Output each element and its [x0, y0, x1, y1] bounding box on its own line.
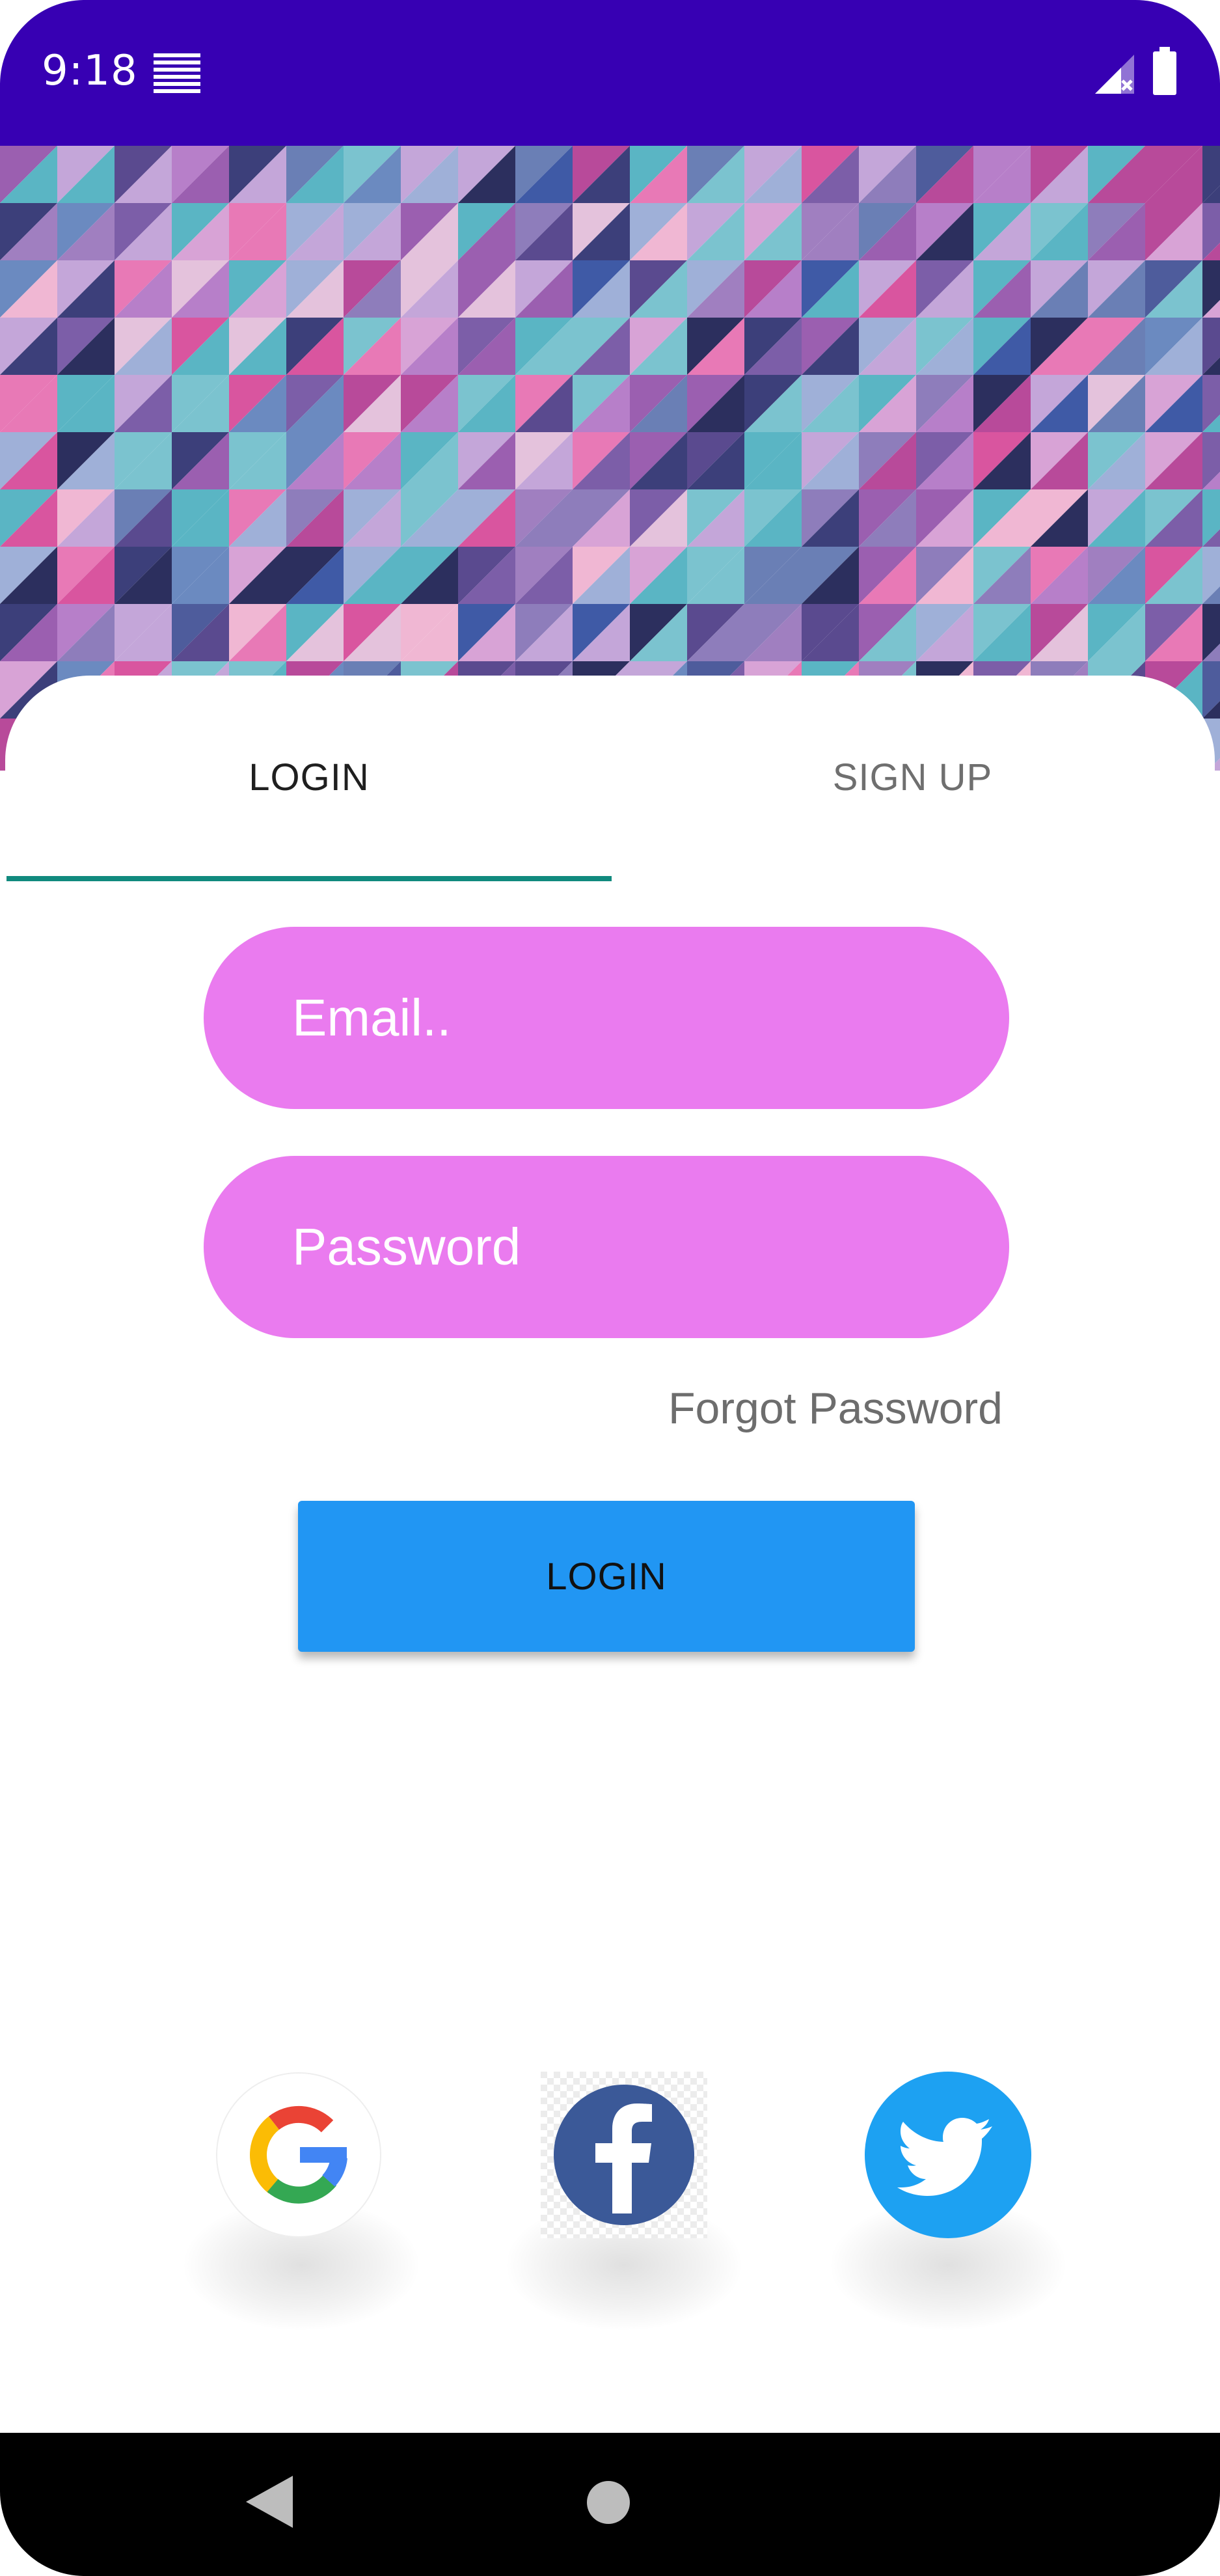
facebook-logo-icon[interactable]: [541, 2072, 707, 2238]
google-logo-icon[interactable]: [215, 2072, 382, 2238]
status-time: 9:18: [42, 47, 138, 95]
navigation-bar: [0, 2433, 1220, 2576]
login-button[interactable]: LOGIN: [298, 1501, 915, 1652]
signal-no-data-icon: [1095, 55, 1134, 94]
back-icon[interactable]: [246, 2476, 293, 2528]
forgot-password-link[interactable]: Forgot Password: [668, 1383, 1003, 1434]
tab-indicator: [7, 876, 612, 881]
battery-icon: [1153, 47, 1176, 95]
status-bar: 9:18: [0, 0, 1220, 146]
notification-lines-icon: [154, 53, 200, 93]
tab-login[interactable]: LOGIN: [7, 755, 612, 801]
email-field[interactable]: [204, 927, 1009, 1109]
twitter-logo-icon[interactable]: [865, 2072, 1031, 2238]
tab-sign-up[interactable]: SIGN UP: [612, 755, 1213, 801]
password-field[interactable]: [204, 1156, 1009, 1338]
home-icon[interactable]: [587, 2481, 630, 2524]
phone-screen: 9:18 LOGIN SIGN UP Forgot Password LOGIN: [0, 0, 1220, 2576]
